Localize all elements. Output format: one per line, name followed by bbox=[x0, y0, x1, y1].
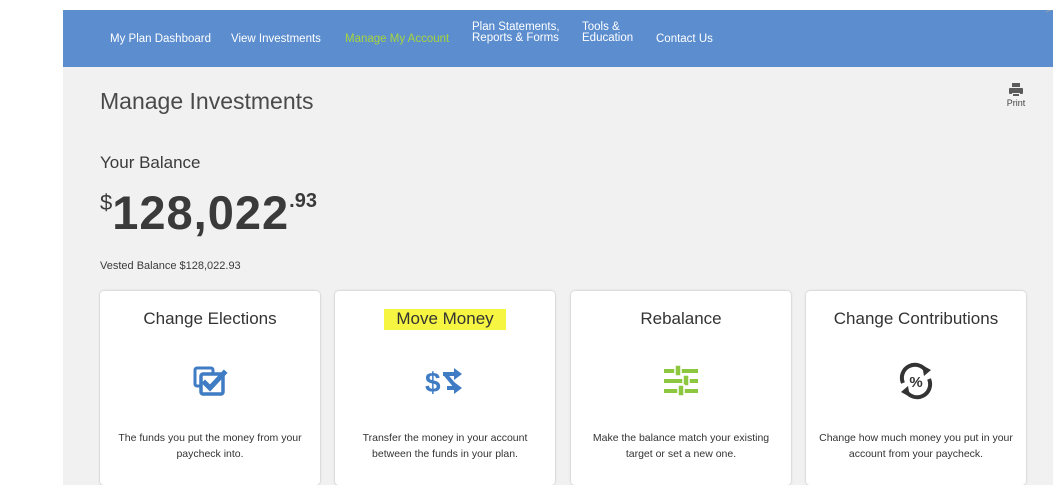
card-title: Change Contributions bbox=[833, 309, 999, 328]
balance-amount: $128,022.93 bbox=[100, 188, 317, 238]
nav-my-plan-dashboard[interactable]: My Plan Dashboard bbox=[110, 33, 211, 45]
move-money-icon: $ bbox=[425, 367, 462, 398]
nav-manage-my-account[interactable]: Manage My Account bbox=[345, 33, 449, 45]
card-description: Change how much money you put in your ac… bbox=[819, 432, 1013, 460]
svg-text:%: % bbox=[909, 374, 922, 391]
corner-mark bbox=[1046, 10, 1053, 20]
nav-contact-us[interactable]: Contact Us bbox=[656, 33, 713, 45]
rebalance-sliders-icon bbox=[664, 364, 698, 397]
balance-currency: $ bbox=[100, 190, 113, 215]
card-title: Move Money bbox=[335, 309, 555, 330]
highlighted-title: Move Money bbox=[384, 309, 506, 330]
nav-plan-statements[interactable]: Plan Statements, Reports & Forms bbox=[472, 21, 560, 44]
card-description: Make the balance match your existing tar… bbox=[592, 432, 770, 460]
printer-icon bbox=[1009, 83, 1023, 97]
nav-tools-education[interactable]: Tools & Education bbox=[582, 21, 633, 44]
page-title: Manage Investments bbox=[100, 88, 314, 114]
nav-view-investments[interactable]: View Investments bbox=[231, 33, 321, 45]
rebalance-card[interactable]: Rebalance Make the balance match your ex… bbox=[571, 291, 791, 485]
card-description: Transfer the money in your account betwe… bbox=[362, 432, 528, 460]
page-margin bbox=[1053, 10, 1060, 485]
balance-whole: 128,022 bbox=[112, 186, 290, 239]
change-contributions-card[interactable]: Change Contributions % Change how much m… bbox=[806, 291, 1026, 485]
print-button[interactable]: Print bbox=[1004, 83, 1028, 108]
print-label: Print bbox=[1006, 98, 1026, 108]
change-elections-card[interactable]: Change Elections The funds you put the m… bbox=[100, 291, 320, 485]
balance-label: Your Balance bbox=[100, 153, 201, 172]
change-elections-icon bbox=[193, 366, 228, 396]
card-title: Rebalance bbox=[640, 309, 722, 328]
card-title: Change Elections bbox=[143, 309, 277, 328]
svg-text:$: $ bbox=[425, 367, 441, 398]
vested-balance: Vested Balance $128,022.93 bbox=[100, 260, 241, 272]
app-frame: My Plan Dashboard View Investments Manag… bbox=[63, 10, 1053, 485]
move-money-card[interactable]: Move Money $ Transfer the money in your … bbox=[335, 291, 555, 485]
top-navigation: My Plan Dashboard View Investments Manag… bbox=[63, 10, 1053, 67]
card-description: The funds you put the money from your pa… bbox=[118, 432, 302, 460]
balance-cents: .93 bbox=[289, 190, 317, 212]
percent-cycle-icon: % bbox=[899, 362, 933, 400]
